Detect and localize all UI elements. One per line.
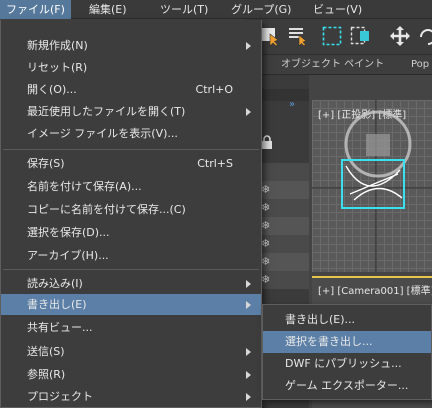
tab-object-paint[interactable]: オブジェクト ペイント xyxy=(281,55,384,75)
menu-item-label: 参照(R) xyxy=(27,368,66,381)
menu-item-save-as[interactable]: 名前を付けて保存(A)... xyxy=(1,176,261,197)
menu-item-label: アーカイブ(H)... xyxy=(27,249,109,262)
menu-item-open-recent[interactable]: 最近使用したファイルを開く(T) xyxy=(1,101,261,122)
menu-item-shortcut: Ctrl+O xyxy=(195,83,233,96)
menu-item-import[interactable]: 読み込み(I) xyxy=(1,273,261,294)
select-by-name-icon[interactable] xyxy=(287,25,309,47)
double-arrow-icon[interactable]: » xyxy=(289,99,303,111)
submenu-item-game-exporter[interactable]: ゲーム エクスポーター... xyxy=(263,375,431,397)
menu-item-save-copy-as[interactable]: コピーに名前を付けて保存...(C) xyxy=(1,199,261,220)
menu-bar: ファイル(F) 編集(E) ツール(T) グループ(G) ビュー(V) xyxy=(0,0,432,19)
menu-item-shared-views[interactable]: 共有ビュー... xyxy=(1,317,261,338)
submenu-arrow-icon xyxy=(246,301,251,309)
submenu-arrow-icon xyxy=(246,371,251,379)
list-item[interactable]: ❄ xyxy=(255,271,309,289)
submenu-item-export-selected[interactable]: 選択を書き出し... xyxy=(263,331,431,353)
freeze-icon[interactable]: ❄ xyxy=(261,237,270,250)
menu-item-label: プロジェクト xyxy=(27,390,93,403)
menu-item-label: コピーに名前を付けて保存...(C) xyxy=(27,203,186,216)
submenu-arrow-icon xyxy=(246,108,251,116)
list-item[interactable]: ❄ xyxy=(255,181,309,199)
menu-item-label: 読み込み(I) xyxy=(27,277,83,290)
menu-item-send-to[interactable]: 送信(S) xyxy=(1,341,261,362)
menu-item-save[interactable]: 保存(S) Ctrl+S xyxy=(1,153,261,174)
viewport-scene xyxy=(312,100,432,272)
submenu-arrow-icon xyxy=(246,280,251,288)
ribbon-tabs: オブジェクト ペイント Pop xyxy=(245,55,432,75)
menu-item-label: ゲーム エクスポーター... xyxy=(285,379,409,392)
freeze-icon[interactable]: ❄ xyxy=(261,255,270,268)
menu-item-project[interactable]: プロジェクト xyxy=(1,386,261,407)
menu-item-label: 書き出し(E) xyxy=(27,298,87,311)
submenu-item-export[interactable]: 書き出し(E)... xyxy=(263,309,431,331)
menu-item-export[interactable]: 書き出し(E) xyxy=(1,294,261,315)
export-submenu: 書き出し(E)... 選択を書き出し... DWF にパブリッシュ... ゲーム… xyxy=(262,304,432,400)
window-crossing-icon[interactable] xyxy=(349,25,371,47)
menu-item-label: 新規作成(N) xyxy=(27,39,88,52)
menu-group[interactable]: グループ(G) xyxy=(225,0,297,19)
menu-item-reference[interactable]: 参照(R) xyxy=(1,364,261,385)
rotate-icon[interactable] xyxy=(417,25,432,47)
menu-item-label: 選択を保存(D)... xyxy=(27,226,110,239)
menu-item-open[interactable]: 開く(O)... Ctrl+O xyxy=(1,79,261,100)
menu-item-save-selected[interactable]: 選択を保存(D)... xyxy=(1,222,261,243)
menu-edit[interactable]: 編集(E) xyxy=(83,0,133,19)
submenu-item-publish-dwf[interactable]: DWF にパブリッシュ... xyxy=(263,353,431,375)
freeze-icon[interactable]: ❄ xyxy=(261,219,270,232)
menu-item-new[interactable]: 新規作成(N) xyxy=(1,35,261,56)
menu-item-label: 名前を付けて保存(A)... xyxy=(27,180,142,193)
viewport-top[interactable]: [+] [正投影] [標準] xyxy=(312,100,432,272)
menu-item-reset[interactable]: リセット(R) xyxy=(1,57,261,78)
menu-item-archive[interactable]: アーカイブ(H)... xyxy=(1,245,261,266)
main-toolbar xyxy=(245,19,432,55)
menu-view[interactable]: ビュー(V) xyxy=(307,0,368,19)
menu-item-shortcut: Ctrl+S xyxy=(197,157,233,170)
submenu-arrow-icon xyxy=(246,393,251,401)
menu-item-label: DWF にパブリッシュ... xyxy=(285,357,402,370)
tab-populate[interactable]: Pop xyxy=(411,55,429,75)
menu-separator xyxy=(3,149,259,150)
menu-item-label: 保存(S) xyxy=(27,157,65,170)
menu-item-label: リセット(R) xyxy=(27,61,88,74)
rectangular-selection-icon[interactable] xyxy=(321,25,343,47)
menu-separator xyxy=(3,269,259,270)
move-icon[interactable] xyxy=(389,25,411,47)
submenu-arrow-icon xyxy=(246,42,251,50)
menu-item-label: イメージ ファイルを表示(V)... xyxy=(27,127,178,140)
menu-file[interactable]: ファイル(F) xyxy=(0,0,71,19)
lock-icon[interactable] xyxy=(261,135,273,149)
list-item[interactable]: ❄ xyxy=(255,253,309,271)
menu-item-label: 共有ビュー... xyxy=(27,321,93,334)
list-item[interactable]: ❄ xyxy=(255,235,309,253)
select-object-icon[interactable] xyxy=(259,25,281,47)
menu-tools[interactable]: ツール(T) xyxy=(154,0,214,19)
submenu-arrow-icon xyxy=(246,348,251,356)
freeze-icon[interactable]: ❄ xyxy=(261,183,270,196)
menu-item-label: 書き出し(E)... xyxy=(285,313,356,326)
menu-item-view-image[interactable]: イメージ ファイルを表示(V)... xyxy=(1,123,261,144)
freeze-icon[interactable]: ❄ xyxy=(261,273,270,286)
file-menu: 新規作成(N) リセット(R) 開く(O)... Ctrl+O 最近使用したファイ… xyxy=(0,20,262,408)
list-item[interactable] xyxy=(255,163,309,181)
menu-item-label: 最近使用したファイルを開く(T) xyxy=(27,105,186,118)
menu-item-label: 開く(O)... xyxy=(27,83,77,96)
menu-item-label: 選択を書き出し... xyxy=(285,335,373,348)
list-item[interactable]: ❄ xyxy=(255,199,309,217)
freeze-icon[interactable]: ❄ xyxy=(261,201,270,214)
viewport-label[interactable]: [+] [Camera001] [標準] xyxy=(318,282,432,297)
list-item[interactable]: ❄ xyxy=(255,217,309,235)
menu-item-label: 送信(S) xyxy=(27,345,65,358)
